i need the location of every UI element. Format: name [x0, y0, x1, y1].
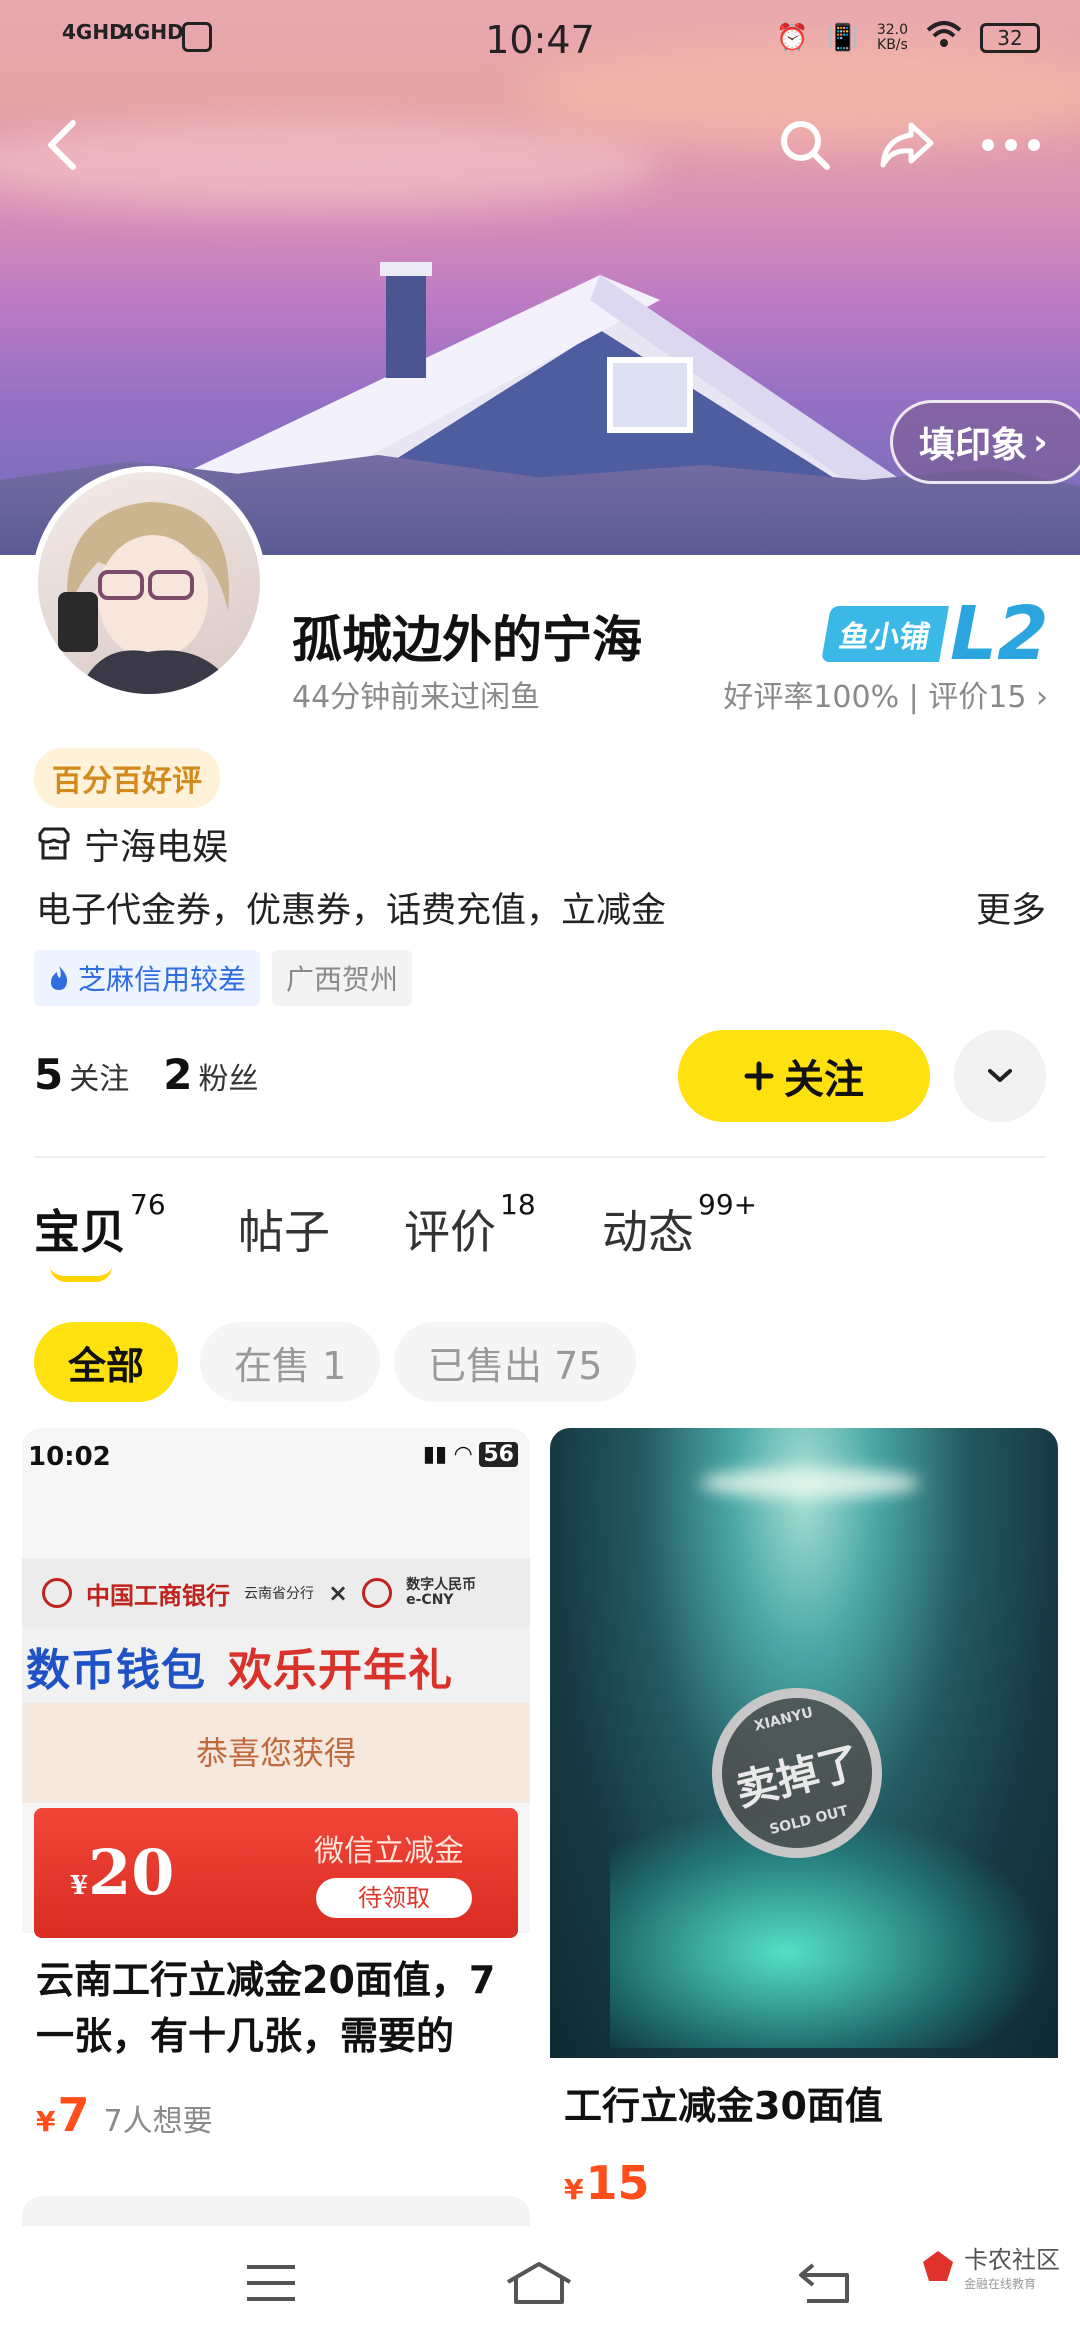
thumb-slogan: 数币钱包 欢乐开年礼	[22, 1628, 530, 1703]
battery-icon: 32	[980, 22, 1040, 53]
chevron-down-icon	[988, 1069, 1012, 1082]
imprint-label: 填印象	[919, 425, 1028, 466]
more-dropdown-button[interactable]	[954, 1030, 1046, 1122]
filter-sold[interactable]: 已售出 75	[394, 1322, 637, 1402]
shop-name: 宁海电娱	[84, 827, 229, 868]
product-card[interactable]: 10:02 ▮▮ ◠ 56 中国工商银行 云南省分行 × 数字人民币 e-CNY …	[22, 1428, 530, 2188]
shop-level: L2	[950, 591, 1049, 677]
shop-link[interactable]: 宁海电娱	[36, 818, 228, 870]
back-nav-icon[interactable]	[790, 2248, 860, 2318]
avatar[interactable]	[32, 466, 266, 700]
good-review-tag: 百分百好评	[34, 748, 220, 808]
wifi-icon	[926, 20, 962, 55]
filter-on-sale[interactable]: 在售 1	[200, 1322, 381, 1402]
network-speed: 32.0 KB/s	[876, 21, 908, 53]
thumb-congrats: 恭喜您获得	[22, 1703, 530, 1803]
credit-chip[interactable]: 芝麻信用较差	[34, 950, 261, 1006]
watermark: 卡农社区 金融在线教育	[920, 2240, 1060, 2292]
thumb-coupon: ¥20 微信立减金 待领取	[34, 1808, 518, 1938]
shop-badge-label: 鱼小铺	[821, 606, 949, 662]
watermark-logo-icon	[923, 2251, 953, 2281]
more-options-icon[interactable]	[976, 110, 1046, 180]
back-icon[interactable]	[28, 110, 98, 180]
filter-all[interactable]: 全部	[34, 1322, 179, 1402]
share-icon[interactable]	[872, 110, 942, 180]
product-price: ¥7 7人想要	[36, 2088, 213, 2142]
plus-icon	[744, 1061, 774, 1091]
thumb-bank-header: 中国工商银行 云南省分行 × 数字人民币 e-CNY	[22, 1558, 530, 1628]
product-title: 云南工行立减金20面值，7一张，有十几张，需要的	[36, 1958, 496, 2058]
product-price: ¥15	[564, 2156, 650, 2210]
product-thumbnail: XIANYU 卖掉了 SOLD OUT	[550, 1428, 1058, 2058]
menu-icon[interactable]	[236, 2248, 306, 2318]
thumb-phone-time: 10:02	[28, 1442, 111, 1472]
product-title: 工行立减金30面值	[564, 2084, 883, 2128]
imprint-button[interactable]: 填印象 ›	[890, 400, 1080, 484]
location-chip: 广西贺州	[272, 950, 413, 1006]
status-bar: 4GHD 4GHD 10:47 ⏰ 📳 32.0 KB/s 32	[0, 0, 1080, 84]
system-nav-bar	[0, 2226, 1080, 2340]
bank-logo-icon	[42, 1578, 72, 1608]
last-seen-text: 44分钟前来过闲鱼	[292, 680, 541, 715]
home-icon[interactable]	[504, 2248, 574, 2318]
product-thumbnail: 10:02 ▮▮ ◠ 56 中国工商银行 云南省分行 × 数字人民币 e-CNY …	[22, 1428, 530, 1938]
profile-description: 电子代金券，优惠券，话费充值，立减金	[36, 891, 667, 931]
tab-activity[interactable]: 动态99+	[602, 1188, 757, 1262]
shop-icon	[38, 827, 70, 860]
chevron-right-icon: ›	[1033, 421, 1048, 463]
chevron-right-icon: ›	[1026, 680, 1048, 715]
search-icon[interactable]	[770, 110, 840, 180]
ecny-logo-icon	[362, 1578, 393, 1608]
next-product-card[interactable]	[22, 2196, 530, 2226]
more-link[interactable]: 更多	[976, 882, 1046, 933]
fans-stat[interactable]: 2 粉丝	[163, 1050, 258, 1099]
tab-items[interactable]: 宝贝76	[34, 1188, 166, 1262]
vibrate-icon: 📳	[826, 22, 859, 53]
nickname: 孤城边外的宁海	[292, 611, 642, 669]
wants-count: 7人想要	[103, 2104, 213, 2139]
shop-level-badge[interactable]: 鱼小铺 L2	[821, 591, 1049, 677]
rating-summary[interactable]: 好评率100% | 评价15 ›	[723, 672, 1048, 716]
tab-active-indicator	[50, 1266, 112, 1282]
tab-reviews[interactable]: 评价18	[404, 1188, 536, 1262]
alarm-icon: ⏰	[776, 22, 809, 53]
divider	[34, 1156, 1046, 1158]
flame-icon	[51, 966, 68, 990]
following-stat[interactable]: 5 关注	[34, 1050, 129, 1099]
thumb-phone-status: ▮▮ ◠ 56	[423, 1442, 518, 1467]
follow-button[interactable]: 关注	[678, 1030, 930, 1122]
tab-posts[interactable]: 帖子	[238, 1196, 330, 1262]
product-card[interactable]: XIANYU 卖掉了 SOLD OUT 工行立减金30面值 ¥15	[550, 1428, 1058, 2228]
